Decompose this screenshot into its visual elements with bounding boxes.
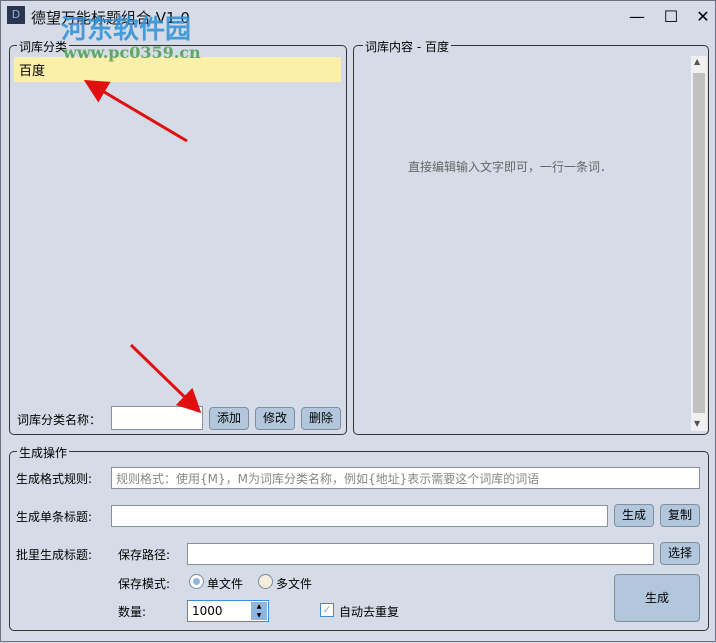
arrow-to-add bbox=[129, 343, 202, 414]
arrow-to-list bbox=[83, 79, 188, 143]
annotation-arrows bbox=[83, 79, 202, 414]
